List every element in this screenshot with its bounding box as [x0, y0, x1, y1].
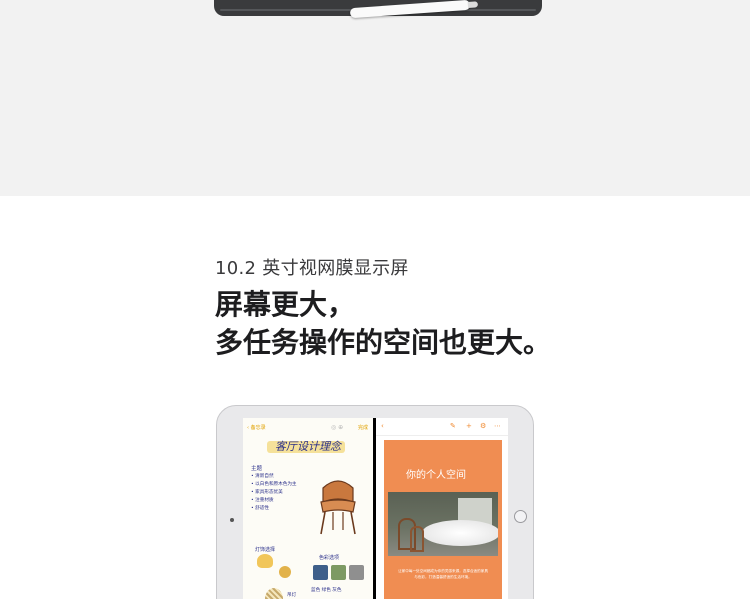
document-heading: 你的个人空间 [406, 470, 466, 481]
ipad-screen: ‹ 备忘录 ◎ ⊕ 完成 客厅设计理念 主题 • 清新自然 • 以白色和原木色为… [243, 418, 508, 599]
list-item: • 家具形态优美 [251, 490, 283, 495]
list-item: • 以白色和原木色为主 [251, 482, 297, 487]
notes-toolbar: ‹ 备忘录 ◎ ⊕ 完成 [243, 422, 373, 432]
document-body-text: 让家中每一处空间都成为你的灵感来源，选择合适的家具与色彩，打造温馨舒适的生活环境… [398, 569, 488, 579]
lamp-sketch [257, 554, 273, 568]
lamp-sketch [279, 566, 291, 578]
lamp-note: 吊灯 [287, 593, 297, 598]
pages-app-pane: ‹ ✎ + ⚙ ⋯ 你的个人空间 让家中每一处空间都成为你的灵感来源，选择合适的… [376, 418, 508, 599]
section-headline: 屏幕更大， 多任务操作的空间也更大。 [215, 286, 551, 362]
notes-tools-icon[interactable]: ◎ ⊕ [331, 424, 343, 431]
ipad-device: ‹ 备忘录 ◎ ⊕ 完成 客厅设计理念 主题 • 清新自然 • 以白色和原木色为… [216, 405, 534, 599]
more-icon[interactable]: ⋯ [494, 422, 501, 430]
home-button [514, 510, 527, 523]
headline-line-2: 多任务操作的空间也更大。 [215, 326, 552, 359]
add-icon[interactable]: + [466, 422, 472, 430]
lamp-sketch [265, 588, 283, 599]
color-swatches: 蓝色 绿色 灰色 [309, 563, 369, 599]
dining-room-photo [388, 492, 498, 556]
color-section-label: 色彩选项 [319, 555, 340, 561]
tools-wrench-icon[interactable]: ⚙ [480, 422, 486, 430]
chair-sketch [320, 480, 356, 535]
swatch-labels: 蓝色 绿色 灰色 [311, 588, 342, 593]
camera-dot [230, 518, 234, 522]
notes-back-button[interactable]: ‹ 备忘录 [247, 424, 266, 431]
swatch-green [331, 565, 346, 580]
headline-line-1: 屏幕更大， [215, 288, 356, 321]
section-subtitle: 10.2 英寸视网膜显示屏 [215, 258, 409, 279]
swatch-gray [349, 565, 364, 580]
notes-list: 主题 • 清新自然 • 以白色和原木色为主 • 家具形态优美 • 注重材质 • … [251, 464, 305, 528]
notes-app-pane: ‹ 备忘录 ◎ ⊕ 完成 客厅设计理念 主题 • 清新自然 • 以白色和原木色为… [243, 418, 373, 599]
list-item: • 注重材质 [251, 498, 274, 503]
swatch-blue [313, 565, 328, 580]
lamp-section-label: 灯饰选择 [255, 547, 276, 553]
wooden-chair [410, 526, 424, 552]
back-chevron-icon[interactable]: ‹ [381, 422, 384, 430]
notes-list-heading: 主题 [251, 466, 263, 472]
document-page: 你的个人空间 让家中每一处空间都成为你的灵感来源，选择合适的家具与色彩，打造温馨… [384, 440, 502, 599]
pages-toolbar: ‹ ✎ + ⚙ ⋯ [376, 418, 508, 436]
marble-table [422, 520, 498, 546]
notes-done-button[interactable]: 完成 [358, 424, 368, 431]
product-hero-band [0, 0, 750, 196]
list-item: • 清新自然 [251, 474, 274, 479]
format-brush-icon[interactable]: ✎ [450, 422, 456, 430]
notes-title: 客厅设计理念 [275, 440, 341, 453]
list-item: • 舒适性 [251, 506, 269, 511]
